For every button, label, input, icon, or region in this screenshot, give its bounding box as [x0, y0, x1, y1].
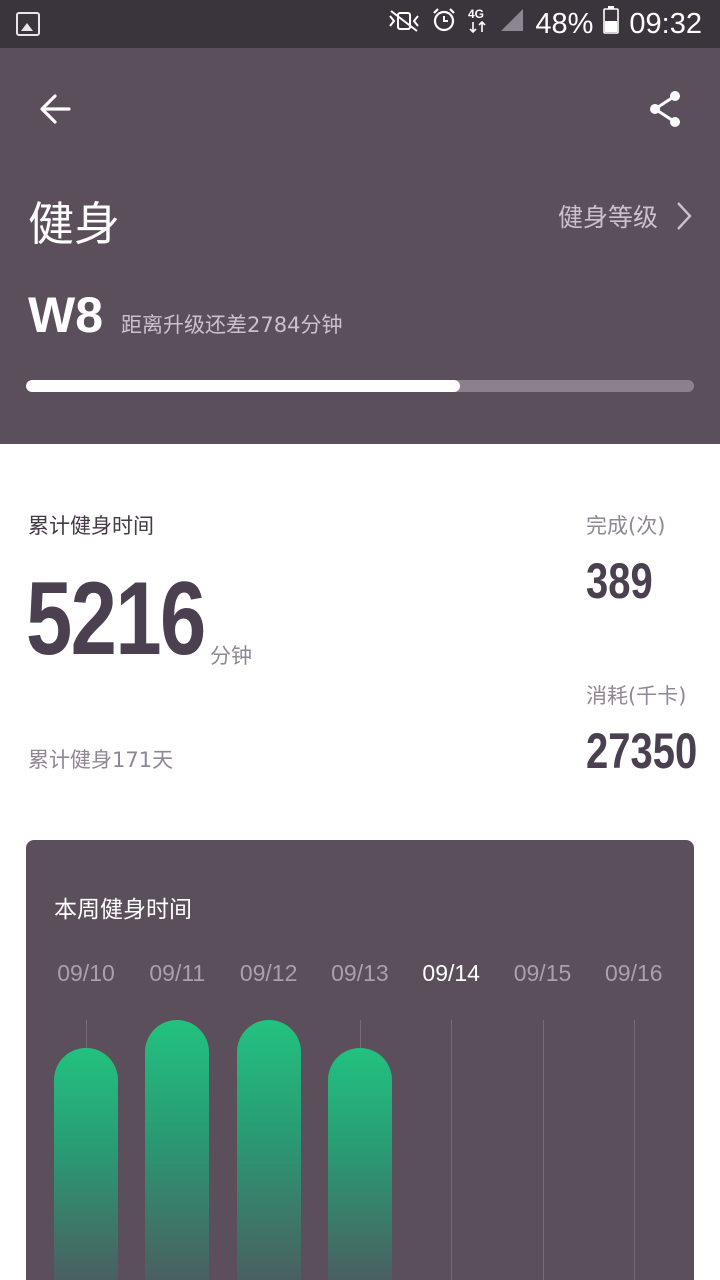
weekly-bar-chart: [26, 1020, 694, 1280]
day-label: 09/13: [331, 960, 389, 986]
weekly-day-labels: 09/10 09/11 09/12 09/13 09/14 09/15 09/16: [26, 960, 694, 990]
day-label: 09/12: [239, 960, 298, 986]
calories-label: 消耗(千卡): [586, 684, 687, 708]
completed-count-value: 389: [586, 553, 653, 609]
network-label: 4G: [468, 7, 484, 21]
vibrate-icon: [387, 8, 421, 41]
level-progress-bar: [26, 380, 694, 392]
network-4g-icon: 4G: [467, 6, 489, 42]
level-code: W8: [28, 287, 103, 343]
fitness-level-label: 健身等级: [557, 203, 658, 232]
fitness-level-link[interactable]: 健身等级: [558, 198, 692, 234]
weekly-time-card[interactable]: 本周健身时间 09/10 09/11 09/12 09/13 09/14 09/15 09/…: [26, 840, 694, 1280]
level-progress-fill: [26, 380, 461, 392]
completed-count-label: 完成(次): [586, 514, 666, 538]
day-bar[interactable]: [145, 1020, 210, 1280]
share-button[interactable]: [640, 84, 690, 134]
total-time-unit: 分钟: [210, 644, 252, 668]
clock-time: 09:32: [629, 7, 702, 40]
stats-section: 累计健身时间 5216 分钟 累计健身171天 完成(次) 389 消耗(千卡)…: [0, 444, 720, 840]
back-button[interactable]: [30, 84, 80, 134]
total-time-value: 5216: [26, 561, 206, 677]
share-icon: [650, 91, 680, 127]
level-row: W8 距离升级还差2784分钟: [28, 286, 342, 344]
weekly-title: 本周健身时间: [54, 897, 192, 923]
image-icon: [16, 12, 40, 36]
day-gridline: [542, 1020, 544, 1280]
total-days-text: 累计健身171天: [28, 748, 174, 772]
day-gridline: [633, 1020, 635, 1280]
status-icons: 4G 48% 09:32: [387, 0, 702, 48]
calories-value: 27350: [586, 723, 698, 779]
back-arrow-icon: [40, 94, 71, 124]
alarm-icon: [431, 7, 457, 41]
total-time-label: 累计健身时间: [28, 514, 154, 538]
battery-percent: 48%: [535, 7, 594, 40]
level-upgrade-note: 距离升级还差2784分钟: [121, 313, 343, 337]
day-gridline: [451, 1020, 453, 1280]
day-label: 09/15: [513, 960, 572, 986]
day-label: 09/10: [57, 960, 115, 986]
day-label: 09/16: [605, 960, 663, 986]
day-label: 09/14: [422, 960, 480, 986]
day-bar[interactable]: [327, 1048, 392, 1280]
battery-icon: [603, 6, 620, 42]
day-bar[interactable]: [54, 1048, 118, 1280]
chevron-right-icon: [677, 202, 692, 230]
day-bar[interactable]: [236, 1020, 301, 1280]
signal-icon: [499, 7, 525, 41]
status-bar: 4G 48% 09:32: [0, 0, 720, 48]
day-label: 09/11: [149, 960, 206, 986]
fitness-header: 健身 健身等级 W8 距离升级还差2784分钟: [0, 48, 720, 444]
page-title: 健身: [28, 197, 120, 251]
